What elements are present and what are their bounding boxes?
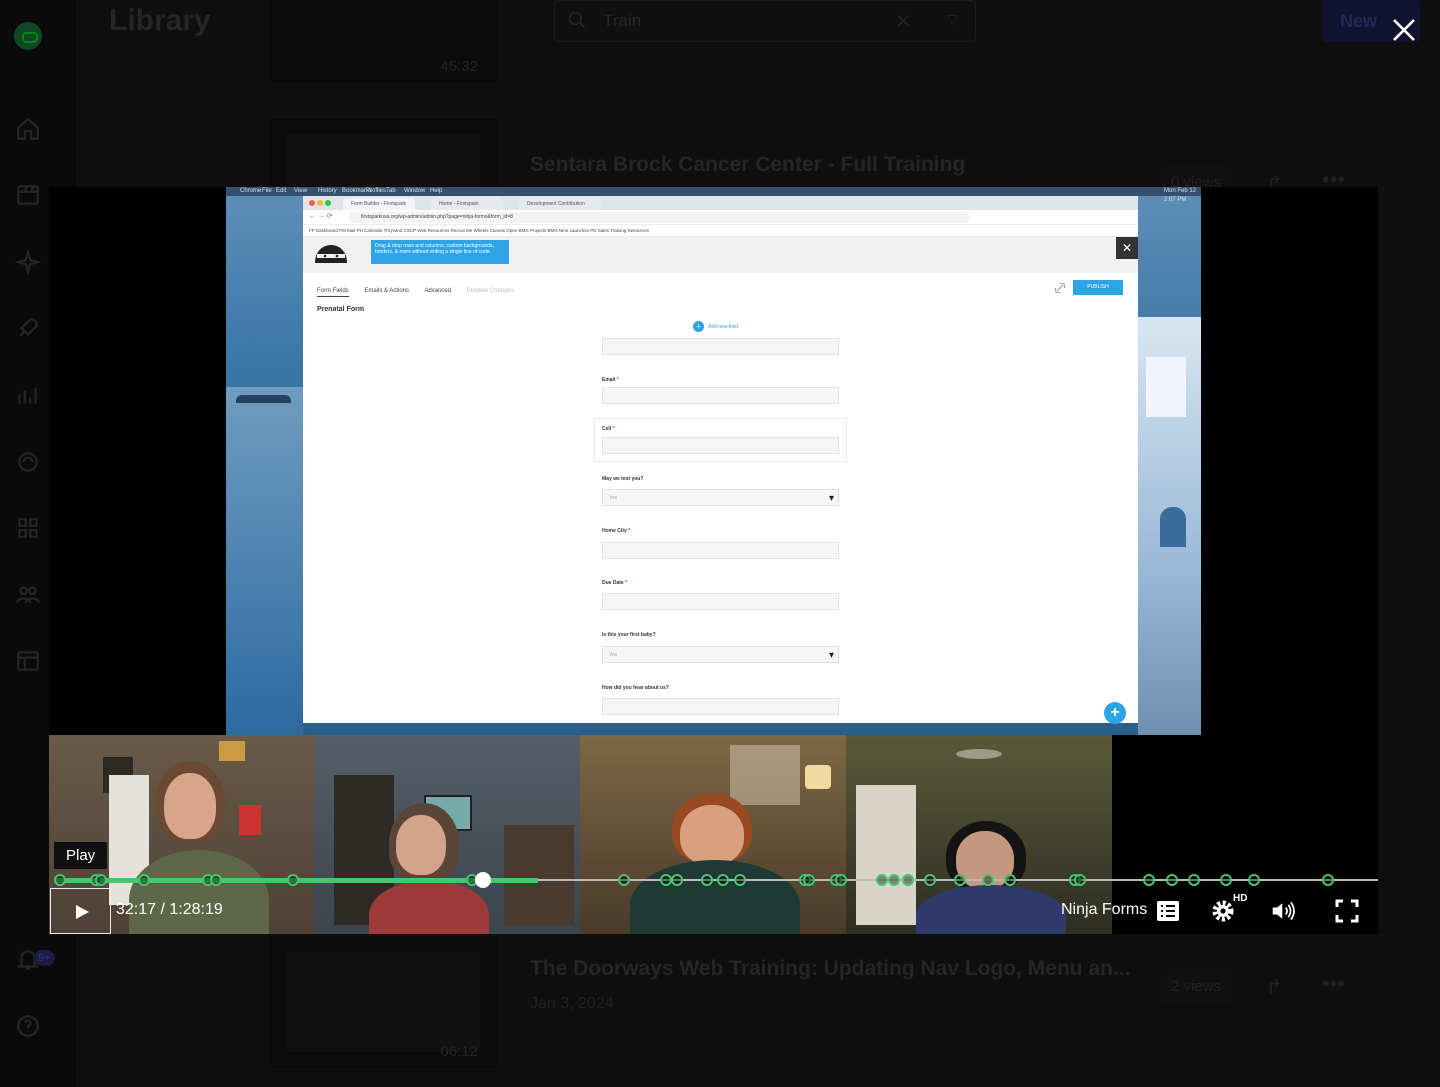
bookmarks-bar: FP Dashboard PM Mail PH Calendar Thryvan… [303, 225, 1138, 237]
play-icon [76, 905, 89, 919]
add-icon: + [693, 321, 704, 332]
chapter-marker[interactable] [1219, 874, 1232, 886]
chapter-marker[interactable] [1074, 874, 1087, 886]
play-tooltip: Play [54, 842, 108, 869]
tab-form-fields: Form Fields [317, 288, 349, 297]
screen-share: Mon Feb 12 2:07 PM Chrome File Edit View His… [226, 187, 1201, 735]
browser-tab: Development Contribution [519, 198, 601, 210]
chapters-list-icon[interactable] [1155, 898, 1181, 924]
tab-emails-actions: Emails & Actions [364, 288, 410, 294]
chapter-marker[interactable] [287, 874, 300, 886]
publish-button: PUBLISH [1073, 280, 1123, 295]
menubar-clock: Mon Feb 12 2:07 PM [1164, 188, 1197, 203]
chapter-marker[interactable] [887, 874, 900, 886]
chapter-marker[interactable] [834, 874, 847, 886]
chapter-marker[interactable] [1004, 874, 1017, 886]
hear-field [602, 698, 839, 715]
add-new-field: + Add new field [693, 321, 738, 332]
play-button[interactable] [50, 888, 111, 934]
ninja-forms-header: Drag & drop rows and columns, custom bac… [303, 237, 1138, 273]
chapter-marker[interactable] [734, 874, 747, 886]
chapter-marker[interactable] [803, 874, 816, 886]
field-label: Home City * [602, 528, 631, 534]
field-label: Due Date * [602, 580, 628, 586]
field-label: May we text you? [602, 476, 644, 482]
browser-tab: Home - Firstspark [431, 198, 503, 210]
field-label: Cell * [602, 426, 615, 432]
player-modal: Mon Feb 12 2:07 PM Chrome File Edit View His… [0, 0, 1440, 1087]
tab-preview-changes: Preview Changes [466, 288, 514, 294]
seek-thumb[interactable] [475, 872, 492, 888]
chapter-marker[interactable] [54, 874, 67, 886]
chapter-marker[interactable] [923, 874, 936, 886]
form-name: Prenatal Form [317, 306, 365, 313]
chapter-marker[interactable] [902, 874, 915, 886]
first-baby-select: Yes [602, 646, 839, 664]
cell-field [602, 437, 839, 454]
add-fab-icon: + [1104, 702, 1126, 724]
due-date-field [602, 593, 839, 610]
chapter-marker[interactable] [1165, 874, 1178, 886]
menubar-item: Window [404, 188, 426, 194]
builder-close-icon: ✕ [1116, 237, 1138, 259]
chapter-marker[interactable] [1321, 874, 1334, 886]
browser-tab: Form Builder - Firstspark [343, 198, 415, 210]
menubar-item: Help [430, 188, 443, 194]
chapter-marker[interactable] [210, 874, 223, 886]
chapter-marker[interactable] [701, 874, 714, 886]
menubar-item: Profiles [366, 188, 387, 194]
url-text: firstsparkusa.org/wp-admin/admin.php?pag… [349, 212, 969, 223]
volume-icon[interactable] [1271, 898, 1297, 924]
chapter-marker[interactable] [875, 874, 888, 886]
city-field [602, 542, 839, 559]
mac-menubar: Mon Feb 12 2:07 PM Chrome File Edit View His… [226, 187, 1201, 203]
chapter-marker[interactable] [670, 874, 683, 886]
tab-advanced: Advanced [424, 288, 452, 294]
link-icon [1055, 283, 1065, 293]
chapter-marker[interactable] [1143, 874, 1156, 886]
browser-window: Form Builder - Firstspark Home - Firstsp… [303, 196, 1138, 724]
chapter-marker[interactable] [717, 874, 730, 886]
form-field [602, 338, 839, 355]
timecode: 32:17 / 1:28:19 [116, 901, 223, 918]
field-label: How did you hear about us? [602, 685, 669, 691]
control-bar: 32:17 / 1:28:19 Ninja Forms HD [49, 887, 1378, 934]
chapter-marker[interactable] [617, 874, 630, 886]
hd-badge: HD [1233, 893, 1248, 904]
chapter-marker[interactable] [1188, 874, 1201, 886]
chapter-marker[interactable] [981, 874, 994, 886]
field-label: Email * [602, 377, 619, 383]
chapter-title: Ninja Forms [1061, 901, 1148, 918]
menubar-item: History [318, 188, 337, 194]
menubar-item: Chrome [240, 188, 262, 194]
chapter-marker[interactable] [1247, 874, 1260, 886]
builder-tabs: Form Fields Emails & Actions Advanced Pr… [317, 288, 528, 297]
menubar-item: Edit [276, 188, 287, 194]
browser-tabs: Form Builder - Firstspark Home - Firstsp… [303, 196, 1138, 210]
address-bar: ← → ⟳ firstsparkusa.org/wp-admin/admin.p… [303, 210, 1138, 225]
chapter-marker[interactable] [953, 874, 966, 886]
builder-tooltip: Drag & drop rows and columns, custom bac… [371, 240, 509, 264]
ninja-logo-icon [315, 245, 347, 263]
chapter-marker[interactable] [95, 874, 108, 886]
field-label: Is this your first baby? [602, 632, 656, 638]
menubar-item: File [262, 188, 272, 194]
video-player[interactable]: Mon Feb 12 2:07 PM Chrome File Edit View His… [49, 187, 1378, 934]
fullscreen-icon[interactable] [1334, 898, 1360, 924]
text-select: Yes [602, 489, 839, 507]
time-current: 32:17 [116, 901, 157, 918]
chapter-marker[interactable] [137, 874, 150, 886]
time-total: 1:28:19 [169, 901, 223, 918]
seek-bar[interactable] [49, 872, 1378, 888]
menubar-item: Tab [386, 188, 396, 194]
menubar-item: View [294, 188, 307, 194]
email-field [602, 387, 839, 404]
close-icon [1393, 19, 1415, 41]
close-button[interactable] [1388, 14, 1420, 46]
